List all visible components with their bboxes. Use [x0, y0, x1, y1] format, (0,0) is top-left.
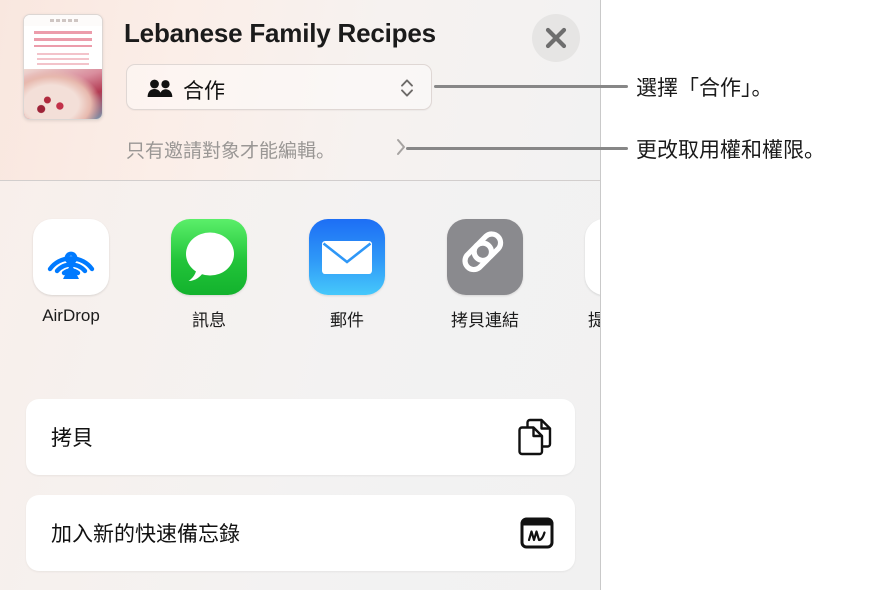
up-down-chevron-icon [401, 79, 413, 97]
permission-subtitle: 只有邀請對象才能編輯。 [126, 141, 336, 162]
callout-text-2: 更改取用權和權限。 [636, 139, 825, 162]
share-app-label: 訊息 [192, 311, 226, 330]
messages-icon [171, 219, 247, 295]
thumbnail-photo [24, 69, 102, 119]
screenshot-root: Lebanese Family Recipes 合作 只有邀請對象才能編輯。 A… [0, 0, 884, 590]
two-people-icon [147, 79, 173, 97]
thumbnail-toolbar [24, 15, 102, 26]
document-thumbnail [23, 14, 103, 120]
thumbnail-body-lines [37, 53, 89, 67]
copy-documents-icon [518, 418, 552, 456]
share-app-airdrop[interactable]: AirDrop [28, 219, 114, 326]
callout-text-1: 選擇「合作」。 [636, 77, 773, 100]
share-sheet-body: AirDrop 訊息 郵件 拷貝連結 拷貝 加入新的快速備忘錄 [0, 181, 600, 590]
share-app-reminders[interactable]: 提 [580, 219, 600, 331]
quick-note-icon [520, 517, 554, 549]
mail-icon [309, 219, 385, 295]
share-app-row: AirDrop 訊息 郵件 拷貝連結 [0, 219, 600, 359]
share-app-mail[interactable]: 郵件 [304, 219, 390, 331]
action-row-quick-note[interactable]: 加入新的快速備忘錄 [26, 495, 575, 571]
callout-leader-line-2 [406, 147, 628, 150]
action-row-copy[interactable]: 拷貝 [26, 399, 575, 475]
share-app-label: 拷貝連結 [451, 311, 519, 330]
share-app-copy-link[interactable]: 拷貝連結 [442, 219, 528, 331]
callout-leader-line-1 [434, 85, 628, 88]
share-app-label: 提 [580, 306, 600, 331]
permission-popup-button[interactable]: 合作 [126, 64, 432, 110]
close-icon [545, 27, 567, 49]
close-button[interactable] [532, 14, 580, 62]
share-sheet-panel: Lebanese Family Recipes 合作 只有邀請對象才能編輯。 A… [0, 0, 601, 590]
share-app-messages[interactable]: 訊息 [166, 219, 252, 331]
share-sheet-header: Lebanese Family Recipes 合作 只有邀請對象才能編輯。 [0, 0, 600, 181]
airdrop-icon [33, 219, 109, 295]
share-app-label: AirDrop [42, 306, 100, 325]
share-app-label: 郵件 [330, 311, 364, 330]
reminders-icon [585, 219, 600, 295]
copy-link-icon [447, 219, 523, 295]
thumbnail-toolbar-marks [50, 19, 80, 22]
permission-popup-value: 合作 [183, 80, 225, 103]
action-label: 加入新的快速備忘錄 [51, 523, 240, 546]
thumbnail-heading-lines [34, 31, 92, 47]
action-label: 拷貝 [51, 427, 93, 450]
document-title: Lebanese Family Recipes [124, 18, 436, 48]
